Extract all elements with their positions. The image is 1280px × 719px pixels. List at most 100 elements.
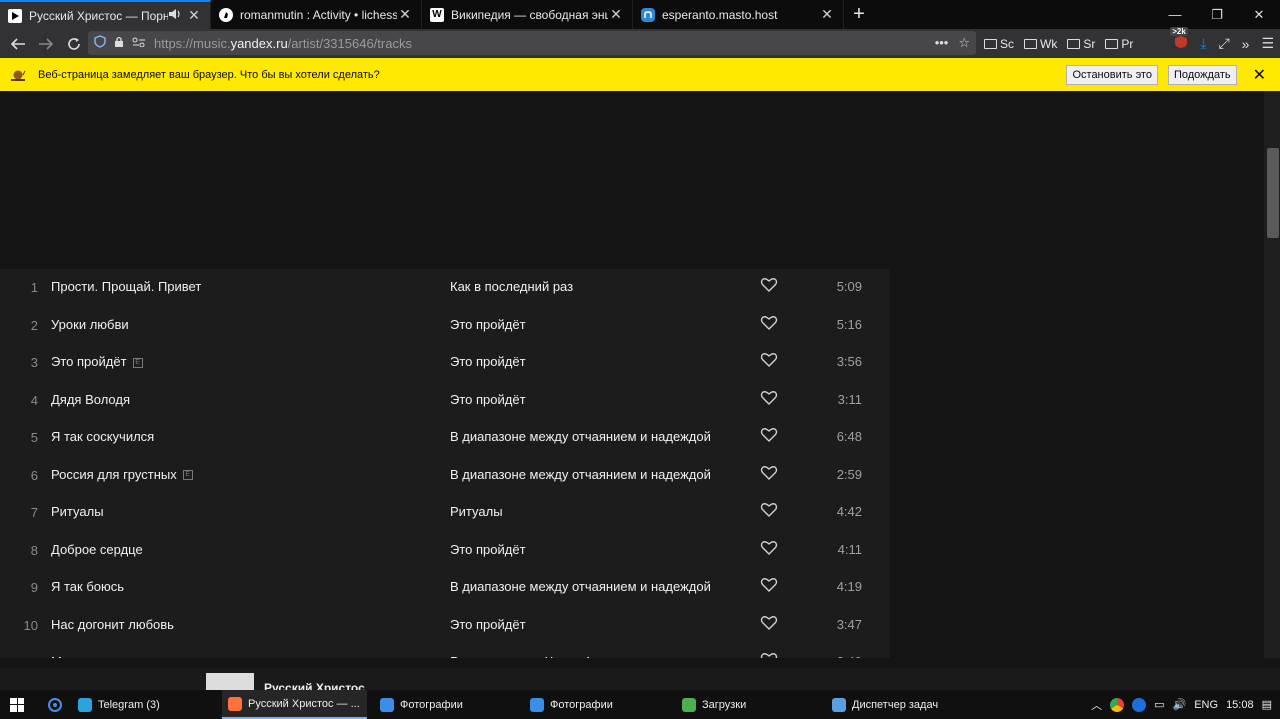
taskbar-task[interactable]: Диспетчер задач — [826, 690, 971, 719]
heart-icon[interactable] — [760, 614, 778, 632]
close-icon[interactable]: ✕ — [397, 6, 413, 23]
heart-icon[interactable] — [760, 276, 778, 294]
heart-icon[interactable] — [760, 501, 778, 519]
ublock-icon[interactable]: >2k — [1170, 27, 1188, 52]
minimize-icon[interactable]: — — [1154, 0, 1196, 29]
track-title[interactable]: Ритуалы — [51, 504, 104, 519]
notifications-icon[interactable]: ▤ — [1262, 698, 1272, 711]
close-icon[interactable]: ✕ — [186, 7, 202, 24]
language-indicator[interactable]: ENG — [1194, 699, 1218, 711]
sync-icon[interactable] — [1132, 697, 1147, 712]
track-album[interactable]: Это пройдёт — [450, 617, 526, 632]
permissions-icon[interactable] — [132, 36, 146, 50]
track-album[interactable]: Как в последний раз — [450, 279, 573, 294]
track-row[interactable]: 7 Ритуалы Ритуалы 4:42 — [0, 494, 890, 532]
reload-icon[interactable] — [60, 32, 88, 56]
track-row[interactable]: 4 Дядя Володя Это пройдёт 3:11 — [0, 382, 890, 420]
tab-lichess[interactable]: romanmutin : Activity • lichess.org ✕ — [211, 0, 422, 29]
track-row[interactable]: 3 Это пройдёт E Это пройдёт 3:56 — [0, 344, 890, 382]
track-album[interactable]: В диапазоне между отчаянием и надеждой — [450, 429, 711, 444]
back-arrow-icon[interactable] — [4, 32, 32, 56]
menu-icon[interactable]: ☰ — [1261, 35, 1274, 52]
track-title[interactable]: Нас догонит любовь — [51, 617, 174, 632]
taskbar-task[interactable]: Фотографии — [524, 690, 669, 719]
bookmark-folder-wk[interactable]: Wk — [1024, 37, 1057, 51]
track-row[interactable]: 11Молодая семьяEРусская мечта. Часть 43:… — [0, 644, 890, 658]
chrome-icon[interactable] — [1110, 697, 1125, 712]
track-duration: 2:59 — [836, 466, 862, 482]
track-title[interactable]: Я так соскучился — [51, 429, 154, 444]
lock-icon[interactable] — [114, 36, 124, 51]
track-row[interactable]: 8 Доброе сердце Это пройдёт 4:11 — [0, 532, 890, 570]
chevron-up-icon[interactable]: ︿ — [1091, 697, 1102, 713]
heart-icon[interactable] — [760, 576, 778, 594]
taskbar-task[interactable]: Фотографии — [374, 690, 519, 719]
track-album[interactable]: В диапазоне между отчаянием и надеждой — [450, 467, 711, 482]
track-title[interactable]: Прости. Прощай. Привет — [51, 279, 201, 294]
track-title[interactable]: Это пройдёт E — [51, 354, 143, 369]
volume-icon[interactable]: 🔊 — [1173, 698, 1187, 711]
track-title[interactable]: Россия для грустных E — [51, 467, 193, 482]
speaker-icon[interactable] — [168, 8, 184, 23]
task-label: Русский Христос — ... — [248, 697, 360, 710]
bookmark-folder-sr[interactable]: Sr — [1067, 37, 1095, 51]
track-title[interactable]: Доброе сердце — [51, 542, 143, 557]
heart-icon[interactable] — [760, 651, 778, 658]
player-track-title[interactable]: Русский Христос — [264, 681, 365, 690]
new-tab-button[interactable]: + — [844, 0, 874, 29]
track-album[interactable]: Это пройдёт — [450, 317, 526, 332]
taskbar-task[interactable]: Telegram (3) — [72, 690, 217, 719]
taskbar-task[interactable]: Загрузки — [676, 690, 821, 719]
bookmark-folder-pr[interactable]: Pr — [1105, 37, 1133, 51]
window-close-icon[interactable]: ✕ — [1238, 0, 1280, 29]
track-title[interactable]: Дядя Володя — [51, 392, 130, 407]
heart-icon[interactable] — [760, 389, 778, 407]
search-icon[interactable] — [40, 690, 70, 719]
heart-icon[interactable] — [760, 314, 778, 332]
close-icon[interactable]: ✕ — [1253, 65, 1266, 85]
track-row[interactable]: 9 Я так боюсь В диапазоне между отчаянием … — [0, 569, 890, 607]
shield-icon[interactable] — [94, 35, 106, 51]
track-title[interactable]: Я так боюсь — [51, 579, 124, 594]
maximize-icon[interactable]: ❐ — [1196, 0, 1238, 29]
track-row[interactable]: 1 Прости. Прощай. Привет Как в последний р… — [0, 269, 890, 307]
page-actions-icon[interactable]: ••• — [935, 35, 949, 51]
bookmark-star-icon[interactable]: ☆ — [958, 35, 970, 51]
track-row[interactable]: 10 Нас догонит любовь Это пройдёт 3:47 — [0, 607, 890, 645]
track-album[interactable]: Ритуалы — [450, 504, 503, 519]
tab-yandex-music[interactable]: Русский Христос — Порнофильмы ✕ — [0, 0, 211, 29]
stop-script-button[interactable]: Остановить это — [1066, 64, 1158, 85]
start-button[interactable] — [0, 690, 34, 719]
overflow-chevron-icon[interactable]: » — [1242, 36, 1250, 52]
vertical-scrollbar[interactable] — [1264, 91, 1280, 658]
track-row[interactable]: 2 Уроки любви Это пройдёт 5:16 — [0, 307, 890, 345]
track-album[interactable]: Это пройдёт — [450, 542, 526, 557]
close-icon[interactable]: ✕ — [608, 6, 624, 23]
track-number: 3 — [30, 355, 38, 370]
taskbar-task[interactable]: Русский Христос — ... — [222, 690, 367, 719]
bookmark-folder-sc[interactable]: Sc — [984, 37, 1014, 51]
forward-arrow-icon[interactable] — [32, 32, 60, 56]
close-icon[interactable]: ✕ — [819, 6, 835, 23]
downloads-icon[interactable]: ⤓ — [1200, 35, 1206, 52]
clock[interactable]: 15:08 — [1226, 699, 1254, 711]
url-text[interactable]: https://music.yandex.ru/artist/3315646/t… — [154, 36, 412, 51]
album-cover[interactable] — [206, 673, 254, 690]
scrollbar-thumb[interactable] — [1267, 148, 1279, 238]
track-album[interactable]: Это пройдёт — [450, 354, 526, 369]
track-album[interactable]: Это пройдёт — [450, 392, 526, 407]
address-bar[interactable]: https://music.yandex.ru/artist/3315646/t… — [88, 31, 976, 55]
heart-icon[interactable] — [760, 464, 778, 482]
track-album[interactable]: В диапазоне между отчаянием и надеждой — [450, 579, 711, 594]
heart-icon[interactable] — [760, 426, 778, 444]
track-title[interactable]: Уроки любви — [51, 317, 129, 332]
fullscreen-icon[interactable]: ⤢ — [1218, 35, 1229, 52]
wait-button[interactable]: Подождать — [1167, 64, 1237, 85]
track-row[interactable]: 5 Я так соскучился В диапазоне между отчая… — [0, 419, 890, 457]
tab-wikipedia[interactable]: W Википедия — свободная энциклопедия ✕ — [422, 0, 633, 29]
track-row[interactable]: 6 Россия для грустных E В диапазоне между о… — [0, 457, 890, 495]
tab-mastodon[interactable]: esperanto.masto.host ✕ — [633, 0, 844, 29]
heart-icon[interactable] — [760, 351, 778, 369]
heart-icon[interactable] — [760, 539, 778, 557]
network-icon[interactable]: ▭ — [1154, 698, 1164, 711]
